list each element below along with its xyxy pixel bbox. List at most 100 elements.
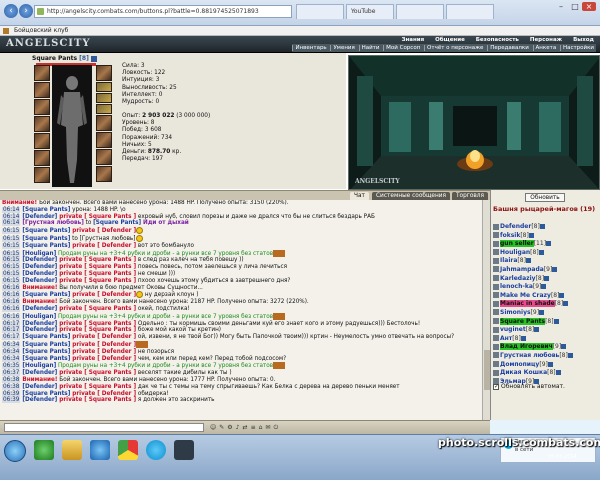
user-name[interactable]: Simoniys — [500, 309, 531, 316]
user-name[interactable]: Дикая Кошка — [500, 369, 547, 376]
exit-icon[interactable]: ⏻ — [273, 424, 281, 431]
browser-tab[interactable] — [446, 4, 494, 19]
info-icon[interactable] — [525, 258, 531, 264]
private-target[interactable]: private [ Square Pants ] — [57, 271, 136, 277]
submenu-settings[interactable]: Настройки — [559, 45, 596, 51]
boots-slot[interactable] — [34, 167, 50, 183]
private-target[interactable]: private [ Defender ] — [70, 356, 136, 362]
private-target[interactable]: private [ Defender ] — [70, 292, 136, 298]
bracer-slot[interactable] — [96, 166, 112, 182]
user-list-item[interactable]: Defender[8] — [493, 223, 599, 232]
sender-nick[interactable]: [Defender] — [22, 257, 57, 263]
sender-nick[interactable]: [Square Pants] — [22, 243, 70, 249]
sender-nick[interactable]: [Square Pants] — [22, 342, 70, 348]
user-name[interactable]: Houligan — [500, 249, 530, 256]
message-timestamp[interactable]: 06:39 — [2, 390, 21, 397]
message-timestamp[interactable]: 06:34 — [2, 355, 21, 362]
info-icon[interactable] — [90, 55, 97, 62]
message-timestamp[interactable]: 06:34 — [2, 341, 21, 348]
sender-nick[interactable]: [Defender] — [22, 384, 57, 390]
sender-nick[interactable]: [Square Pants] — [22, 228, 70, 234]
sender-nick[interactable]: [Square Pants] — [22, 236, 70, 242]
message-timestamp[interactable]: 06:17 — [2, 320, 21, 327]
menu-communication[interactable]: Общение — [435, 37, 465, 43]
close-icon[interactable]: × — [582, 2, 596, 11]
private-target[interactable]: private [ Defender ] — [70, 342, 136, 348]
user-list-item[interactable]: Square Pants[8] — [493, 317, 599, 327]
clover-app-icon[interactable] — [34, 440, 54, 460]
info-icon[interactable] — [563, 301, 569, 307]
user-list-item[interactable]: Грустная любовь[8] — [493, 352, 599, 361]
message-timestamp[interactable]: 06:15 — [2, 270, 21, 277]
user-list-item[interactable]: gun seller[11] — [493, 240, 599, 249]
message-timestamp[interactable]: 06:38 — [2, 376, 21, 383]
sender-nick[interactable]: [Houligan] — [22, 363, 56, 369]
auto-refresh-toggle[interactable]: Обновлять автомат. — [493, 383, 565, 390]
message-timestamp[interactable]: 06:15 — [2, 277, 21, 284]
user-name[interactable]: Ilaira — [500, 257, 517, 264]
private-target[interactable]: private [ Square Pants ] — [57, 321, 136, 327]
belt-slot[interactable] — [34, 133, 50, 149]
sender-nick[interactable]: [Square Pants] — [93, 220, 141, 226]
user-name[interactable]: Грустная любовь — [500, 352, 559, 359]
private-target[interactable]: private [ Square Pants ] — [57, 257, 136, 263]
ring-slot[interactable] — [96, 93, 112, 103]
info-icon[interactable] — [541, 284, 547, 290]
sender-nick[interactable]: [Defender] — [22, 370, 57, 376]
sender-nick[interactable]: [Square Pants] — [22, 349, 70, 355]
sender-nick[interactable]: [Defender] — [22, 264, 57, 270]
sender-nick[interactable]: [Defender] — [22, 327, 57, 333]
info-icon[interactable] — [553, 318, 559, 324]
message-timestamp[interactable]: 06:16 — [2, 305, 21, 312]
message-timestamp[interactable]: 06:14 — [2, 206, 21, 213]
message-timestamp[interactable]: 06:17 — [2, 334, 21, 341]
user-list-item[interactable]: Make Me Crazy[8] — [493, 292, 599, 301]
user-name[interactable]: lenoch-ka — [500, 283, 533, 290]
user-list-item[interactable]: vuginet[8] — [493, 326, 599, 335]
submenu-skills[interactable]: Умения — [330, 45, 357, 51]
sound-icon[interactable]: ♪ — [236, 424, 243, 431]
message-text[interactable]: [Грустная любовь] — [22, 220, 83, 226]
forward-icon[interactable]: › — [19, 4, 33, 18]
private-target[interactable]: private [ Square Pants ] — [57, 278, 136, 284]
info-icon[interactable] — [559, 292, 565, 298]
info-icon[interactable] — [555, 370, 561, 376]
message-timestamp[interactable]: 06:15 — [2, 250, 21, 257]
info-icon[interactable] — [546, 241, 552, 247]
user-list-item[interactable]: Влад Игоревич[9] — [493, 343, 599, 352]
browser-tab[interactable] — [396, 4, 444, 19]
helmet-slot[interactable] — [34, 65, 50, 81]
sender-nick[interactable]: [Square Pants] — [22, 207, 70, 213]
submenu-report[interactable]: Отчёт о персонаже — [424, 45, 486, 51]
user-list-item[interactable]: foksik[8] — [493, 232, 599, 241]
info-icon[interactable] — [552, 266, 558, 272]
browser-tab-youtube[interactable]: YouTube — [346, 4, 394, 19]
chrome-icon[interactable] — [118, 440, 138, 460]
user-name[interactable]: Maniac in shade — [500, 300, 555, 308]
message-timestamp[interactable]: 06:15 — [2, 235, 21, 242]
user-list-item[interactable]: Simoniys[9] — [493, 309, 599, 318]
user-list-item[interactable]: lenoch-ka[9] — [493, 283, 599, 292]
message-timestamp[interactable]: 06:17 — [2, 327, 21, 334]
message-timestamp[interactable]: 06:14 — [2, 220, 21, 227]
start-icon[interactable] — [4, 440, 26, 462]
submenu-profile[interactable]: Анкета — [532, 45, 559, 51]
active-page-tab[interactable]: Бойцовский клуб — [0, 26, 600, 36]
sender-nick[interactable]: [Houligan] — [22, 251, 56, 257]
message-timestamp[interactable]: 06:34 — [2, 348, 21, 355]
private-target[interactable]: private [ Square Pants ] — [57, 214, 136, 220]
message-timestamp[interactable]: 06:37 — [2, 370, 21, 377]
submenu-find[interactable]: Найти — [358, 45, 382, 51]
list-icon[interactable]: ≡ — [251, 424, 259, 431]
refresh-button[interactable]: Обновить — [525, 193, 565, 202]
user-list-item[interactable]: Karledaziy[8] — [493, 275, 599, 284]
sender-nick[interactable]: [Defender] — [22, 278, 57, 284]
message-timestamp[interactable]: 06:15 — [2, 264, 21, 271]
sender-nick[interactable]: [Defender] — [22, 306, 57, 312]
message-timestamp[interactable]: 06:39 — [2, 397, 21, 404]
private-target[interactable]: private [ Defender ] — [70, 349, 136, 355]
menu-character[interactable]: Персонаж — [530, 37, 562, 43]
info-icon[interactable] — [520, 335, 526, 341]
user-name[interactable]: Ант — [500, 335, 512, 342]
user-name[interactable]: Square Pants — [500, 317, 546, 325]
